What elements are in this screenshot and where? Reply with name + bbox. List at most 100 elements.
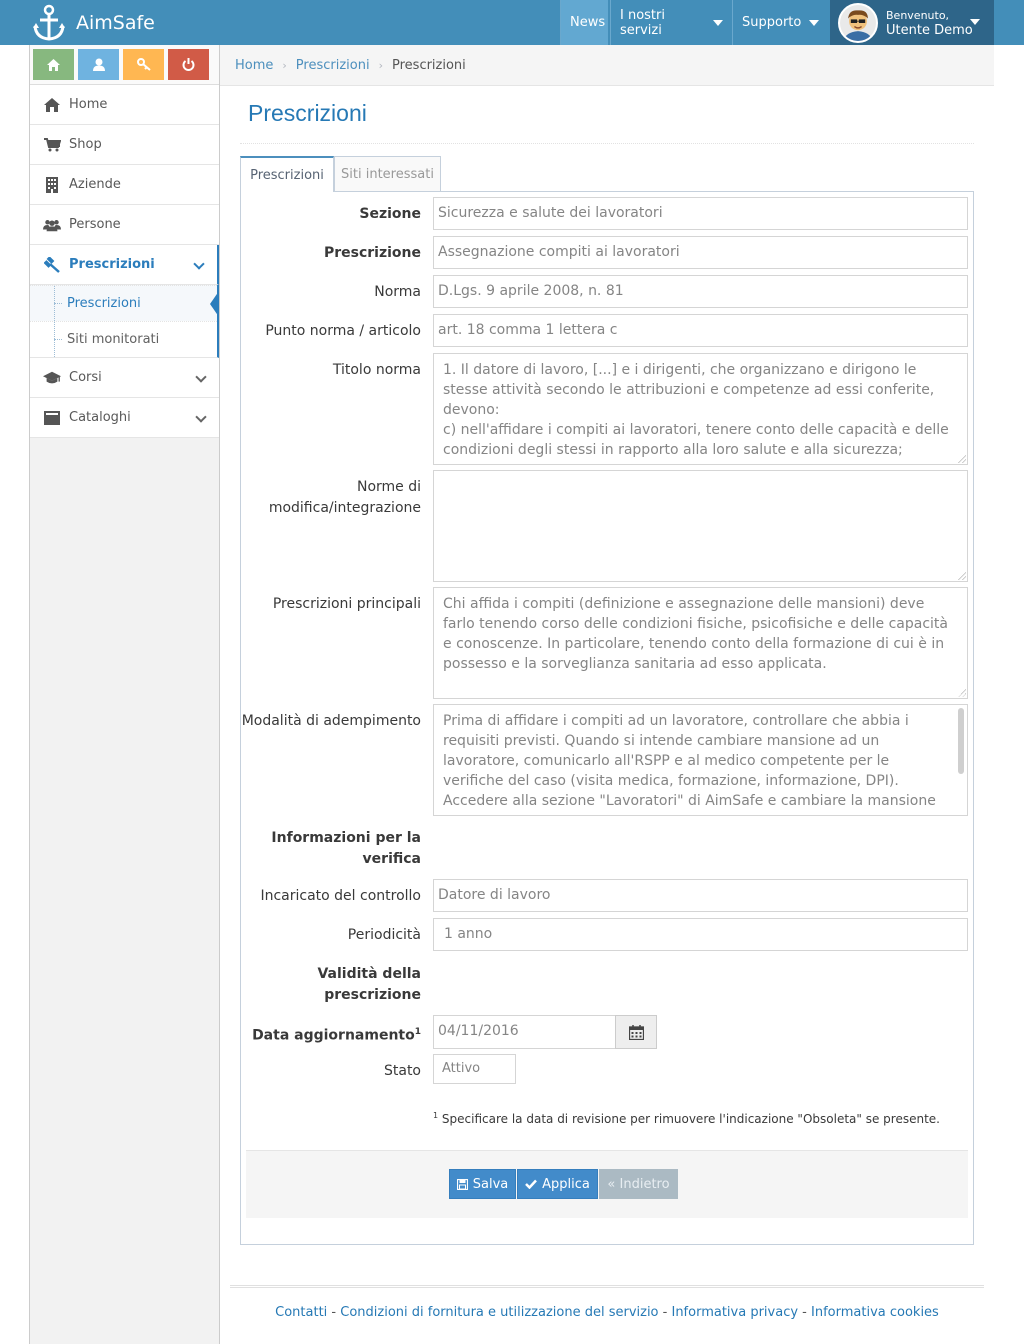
floppy-icon bbox=[456, 1178, 468, 1190]
modalita-adempimento-label: Modalità di adempimento bbox=[241, 713, 421, 729]
check-icon bbox=[525, 1179, 538, 1189]
shortcut-home-button[interactable] bbox=[33, 49, 74, 80]
page-title: Prescrizioni bbox=[248, 100, 367, 126]
sidebar-item-shop[interactable]: Shop bbox=[30, 125, 219, 165]
sidebar-item-label: Cataloghi bbox=[69, 410, 131, 425]
back-button-label: « Indietro bbox=[607, 1176, 670, 1192]
sezione-label: Sezione bbox=[359, 206, 421, 222]
norme-modifica-label-line1: Norme di bbox=[356, 479, 421, 495]
brand[interactable]: AimSafe bbox=[32, 0, 155, 45]
user-name: Utente Demo bbox=[886, 22, 973, 38]
power-icon bbox=[182, 58, 195, 71]
resize-handle[interactable] bbox=[958, 455, 966, 463]
footnote: 1 Specificare la data di revisione per r… bbox=[433, 1111, 940, 1126]
prescrizione-field[interactable]: Assegnazione compiti ai lavoratori bbox=[433, 236, 968, 269]
sidebar-subitem-siti-monitorati[interactable]: Siti monitorati bbox=[30, 321, 217, 357]
calendar-button[interactable] bbox=[615, 1015, 657, 1049]
sidebar-item-corsi[interactable]: Corsi bbox=[30, 358, 219, 398]
save-button[interactable]: Salva bbox=[449, 1169, 516, 1199]
divider bbox=[240, 143, 974, 144]
back-button[interactable]: « Indietro bbox=[599, 1169, 678, 1199]
prescrizione-label: Prescrizione bbox=[323, 245, 421, 261]
footer: Contatti - Condizioni di fornitura e uti… bbox=[230, 1305, 984, 1320]
user-menu[interactable]: Benvenuto, Utente Demo bbox=[830, 0, 994, 45]
data-aggiornamento-field[interactable]: 04/11/2016 bbox=[433, 1015, 616, 1049]
chevron-down-icon bbox=[195, 371, 207, 383]
shortcut-key-button[interactable] bbox=[123, 49, 164, 80]
footer-link-contatti[interactable]: Contatti bbox=[275, 1305, 327, 1320]
resize-handle[interactable] bbox=[958, 689, 966, 697]
info-verifica-heading: Informazioni per la verifica bbox=[271, 828, 421, 870]
sidebar-item-prescrizioni[interactable]: Prescrizioni bbox=[30, 245, 219, 285]
nav-news[interactable]: News bbox=[560, 0, 608, 45]
chevron-down-icon bbox=[193, 258, 205, 270]
graduation-icon bbox=[43, 371, 61, 385]
punto-norma-field[interactable]: art. 18 comma 1 lettera c bbox=[433, 314, 968, 347]
prescrizioni-principali-textarea[interactable]: Chi affida i compiti (definizione e asse… bbox=[433, 587, 968, 699]
resize-handle[interactable] bbox=[958, 572, 966, 580]
sidebar-item-aziende[interactable]: Aziende bbox=[30, 165, 219, 205]
shortcut-logout-button[interactable] bbox=[168, 49, 209, 80]
building-icon bbox=[43, 176, 61, 193]
sidebar-submenu-prescrizioni: Prescrizioni Siti monitorati bbox=[30, 285, 219, 358]
footer-link-privacy[interactable]: Informativa privacy bbox=[671, 1305, 798, 1320]
punto-norma-label: Punto norma / articolo bbox=[265, 323, 421, 339]
breadcrumb-home-link[interactable]: Home bbox=[235, 58, 273, 73]
footer-link-cookies[interactable]: Informativa cookies bbox=[811, 1305, 939, 1320]
tab-siti-interessati[interactable]: Siti interessati bbox=[334, 156, 441, 192]
nav-support-label: Supporto bbox=[742, 15, 802, 30]
sidebar-item-label: Persone bbox=[69, 217, 121, 232]
footnote-number: 1 bbox=[433, 1111, 439, 1120]
sidebar-item-label: Shop bbox=[69, 137, 102, 152]
sidebar-item-label: Home bbox=[69, 97, 108, 112]
stato-label: Stato bbox=[383, 1063, 421, 1079]
norma-field[interactable]: D.Lgs. 9 aprile 2008, n. 81 bbox=[433, 275, 968, 308]
nav-support-dropdown[interactable]: Supporto bbox=[732, 0, 828, 45]
titolo-norma-textarea[interactable]: 1. Il datore di lavoro, [...] e i dirige… bbox=[433, 353, 968, 465]
apply-button-label: Applica bbox=[542, 1176, 590, 1192]
incaricato-field[interactable]: Datore di lavoro bbox=[433, 879, 968, 912]
nav-news-label: News bbox=[570, 15, 606, 30]
footer-separator: - bbox=[327, 1305, 341, 1320]
stato-select[interactable]: Attivo bbox=[433, 1054, 516, 1084]
modalita-adempimento-textarea[interactable]: Prima di affidare i compiti ad un lavora… bbox=[433, 704, 968, 816]
sidebar: Home Shop Aziende Persone Prescrizioni P… bbox=[29, 45, 220, 1344]
periodicita-select[interactable]: 1 anno bbox=[433, 918, 968, 951]
apply-button[interactable]: Applica bbox=[517, 1169, 598, 1199]
anchor-icon bbox=[33, 4, 65, 41]
caret-down-icon bbox=[713, 19, 723, 26]
gavel-icon bbox=[43, 256, 61, 273]
incaricato-label: Incaricato del controllo bbox=[260, 888, 421, 904]
catalog-icon bbox=[43, 410, 61, 425]
sidebar-subitem-prescrizioni[interactable]: Prescrizioni bbox=[30, 285, 219, 321]
caret-down-icon bbox=[809, 19, 820, 26]
breadcrumb-separator: › bbox=[378, 58, 383, 72]
modalita-adempimento-text: Prima di affidare i compiti ad un lavora… bbox=[443, 713, 936, 809]
save-button-label: Salva bbox=[472, 1176, 509, 1192]
footer-link-condizioni[interactable]: Condizioni di fornitura e utilizzazione … bbox=[340, 1305, 658, 1320]
info-verifica-heading-line2: verifica bbox=[362, 851, 421, 867]
user-greeting: Benvenuto, bbox=[886, 8, 950, 22]
sidebar-item-label: Corsi bbox=[69, 370, 102, 385]
norme-modifica-label: Norme di modifica/integrazione bbox=[269, 477, 421, 519]
sidebar-item-home[interactable]: Home bbox=[30, 85, 219, 125]
footer-separator: - bbox=[798, 1305, 812, 1320]
data-aggiornamento-label: Data aggiornamento1 bbox=[252, 1022, 421, 1047]
scrollbar[interactable] bbox=[958, 708, 964, 774]
sezione-field[interactable]: Sicurezza e salute dei lavoratori bbox=[433, 197, 968, 230]
breadcrumb-parent-link[interactable]: Prescrizioni bbox=[296, 58, 370, 73]
active-arrow bbox=[210, 291, 219, 317]
chevron-down-icon bbox=[195, 411, 207, 423]
norme-modifica-label-line2: modifica/integrazione bbox=[268, 500, 421, 516]
sidebar-item-persone[interactable]: Persone bbox=[30, 205, 219, 245]
footer-divider bbox=[230, 1285, 984, 1288]
nav-services-dropdown[interactable]: I nostri servizi bbox=[610, 0, 732, 45]
norme-modifica-textarea[interactable] bbox=[433, 470, 968, 582]
tab-prescrizioni[interactable]: Prescrizioni bbox=[240, 156, 334, 192]
prescrizioni-principali-text: Chi affida i compiti (definizione e asse… bbox=[443, 596, 948, 672]
sidebar-item-cataloghi[interactable]: Cataloghi bbox=[30, 398, 219, 438]
home-icon bbox=[43, 97, 61, 112]
shortcut-user-button[interactable] bbox=[78, 49, 119, 80]
home-icon bbox=[47, 58, 60, 71]
prescrizioni-principali-label: Prescrizioni principali bbox=[272, 596, 421, 612]
